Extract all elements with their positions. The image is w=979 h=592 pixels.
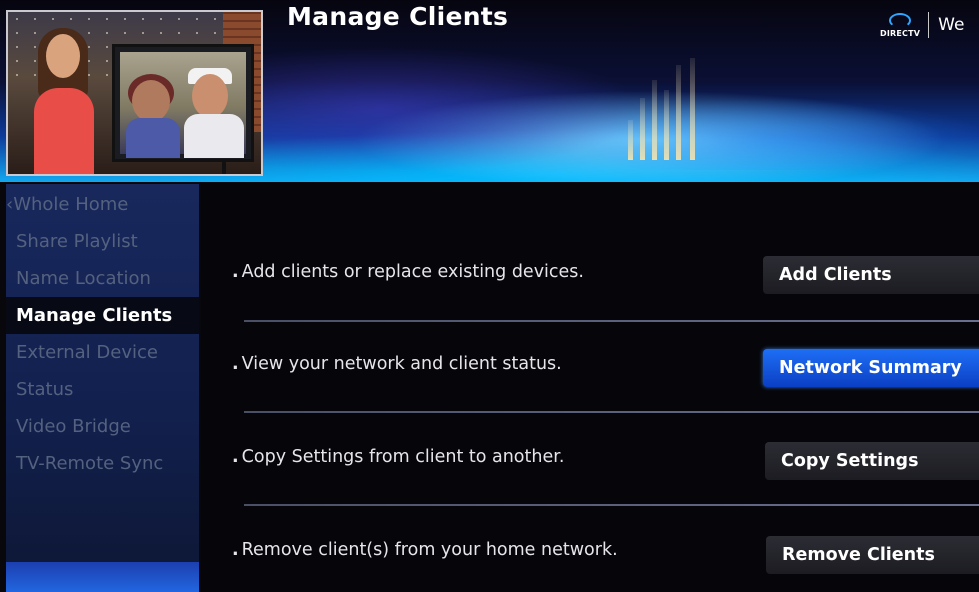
row-description-network-summary: . View your network and client status. — [232, 354, 562, 374]
person-left-body — [126, 118, 180, 158]
row-description-remove-clients: . Remove client(s) from your home network… — [232, 540, 618, 560]
row-description-text: View your network and client status. — [241, 354, 562, 374]
welcome-text: We — [938, 15, 965, 35]
logo-divider — [928, 12, 930, 38]
bullet: . — [232, 540, 239, 560]
sidebar-item-manage-clients[interactable]: Manage Clients — [6, 297, 199, 334]
inset-tv-screen — [112, 44, 254, 162]
row-description-text: Add clients or replace existing devices. — [241, 262, 584, 282]
tv-stand — [222, 162, 226, 174]
row-description-add-clients: . Add clients or replace existing devices… — [232, 262, 584, 282]
copy-settings-button[interactable]: Copy Settings — [765, 442, 979, 480]
sidebar-menu: ‹Whole Home Share Playlist Name Location… — [6, 184, 199, 562]
row-description-copy-settings: . Copy Settings from client to another. — [232, 447, 564, 467]
sidebar-bottom-strip — [6, 562, 199, 592]
banner-light-bars — [628, 55, 708, 160]
person-left-face — [132, 80, 170, 122]
directv-logo: DIRECTV — [880, 12, 921, 38]
live-tv-preview[interactable] — [6, 10, 263, 176]
network-summary-button[interactable]: Network Summary — [763, 349, 979, 387]
row-description-text: Copy Settings from client to another. — [241, 447, 565, 467]
add-clients-button[interactable]: Add Clients — [763, 256, 979, 294]
banner-wave-graphic — [260, 40, 979, 170]
inset-scene — [120, 52, 246, 158]
logo-text: DIRECTV — [880, 28, 921, 38]
main-panel: . Add clients or replace existing devices… — [201, 183, 979, 592]
bullet: . — [232, 262, 239, 282]
row-description-text: Remove client(s) from your home network. — [241, 540, 618, 560]
sidebar-item-status[interactable]: Status — [6, 371, 199, 408]
sidebar-item-video-bridge[interactable]: Video Bridge — [6, 408, 199, 445]
row-divider — [244, 411, 979, 413]
presenter-face — [46, 34, 80, 78]
page-title: Manage Clients — [287, 2, 509, 31]
row-divider — [244, 320, 979, 322]
person-right-face — [192, 74, 228, 118]
row-divider — [244, 504, 979, 506]
sidebar-item-share-playlist[interactable]: Share Playlist — [6, 223, 199, 260]
bullet: . — [232, 354, 239, 374]
sidebar-item-name-location[interactable]: Name Location — [6, 260, 199, 297]
bullet: . — [232, 447, 239, 467]
person-right-body — [184, 114, 244, 158]
presenter-dress — [34, 88, 94, 174]
sidebar-item-external-device[interactable]: External Device — [6, 334, 199, 371]
remove-clients-button[interactable]: Remove Clients — [766, 536, 979, 574]
sidebar-item-whole-home[interactable]: ‹Whole Home — [6, 186, 199, 223]
sidebar-item-tv-remote-sync[interactable]: TV-Remote Sync — [6, 445, 199, 482]
att-globe-icon — [889, 12, 912, 28]
brand-area: DIRECTV We — [880, 12, 964, 38]
